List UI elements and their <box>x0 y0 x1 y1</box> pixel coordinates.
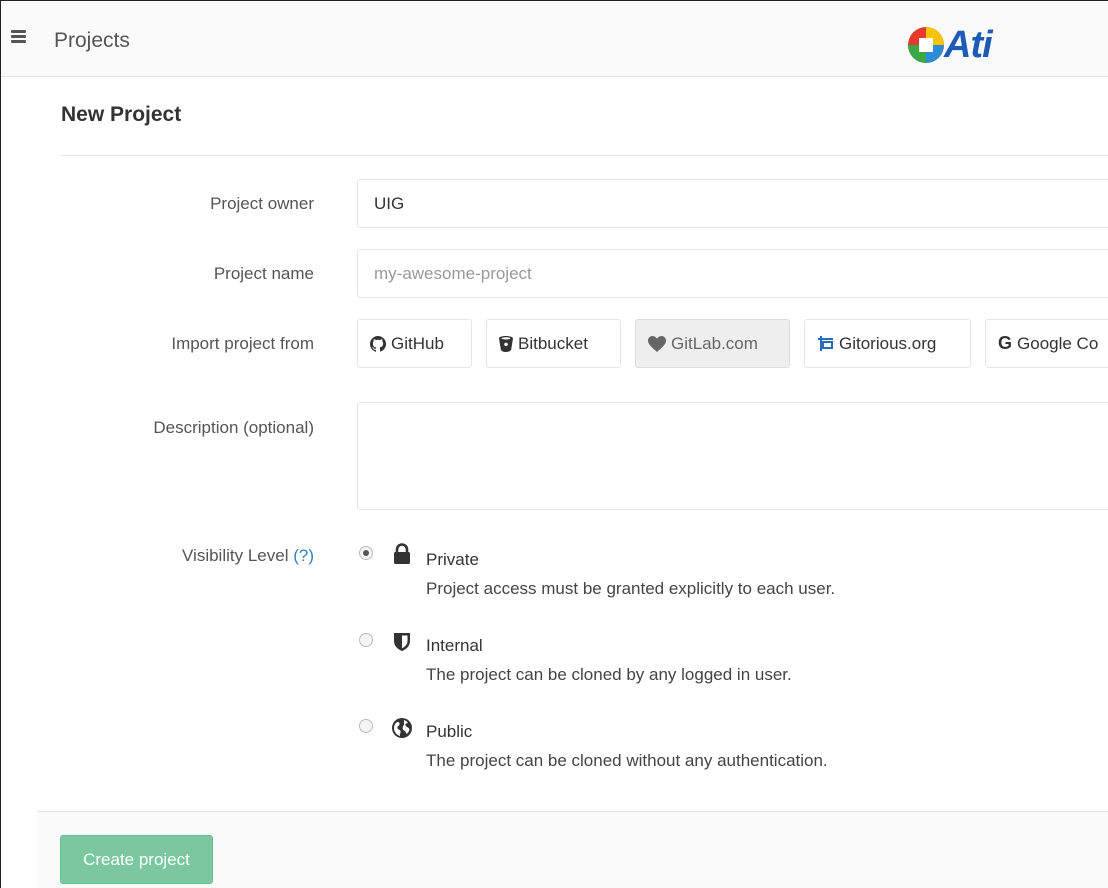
logo-mark-icon <box>908 27 944 63</box>
visibility-public-radio[interactable] <box>359 719 373 733</box>
github-icon <box>370 335 386 352</box>
visibility-public-description: The project can be cloned without any au… <box>426 751 828 770</box>
import-github-label: GitHub <box>391 333 444 353</box>
project-name-label: Project name <box>213 264 314 283</box>
project-owner-label: Project owner <box>210 194 314 213</box>
visibility-private-description: Project access must be granted explicitl… <box>426 579 836 598</box>
hamburger-menu-icon[interactable] <box>11 30 26 44</box>
visibility-private-radio[interactable] <box>359 546 373 560</box>
import-gitorious-button[interactable]: Gitorious.org <box>804 319 971 368</box>
page-title: New Project <box>61 103 182 126</box>
title-divider <box>61 155 1108 156</box>
google-icon: G <box>998 333 1013 353</box>
top-header: Projects Ati <box>1 1 1108 77</box>
import-gitorious-label: Gitorious.org <box>839 333 937 353</box>
logo-text: Ati <box>944 24 993 66</box>
project-owner-select[interactable]: UIG <box>357 179 1108 228</box>
create-project-button[interactable]: Create project <box>60 835 213 884</box>
visibility-internal-name: Internal <box>426 636 483 655</box>
visibility-public-name: Public <box>426 722 473 741</box>
project-name-input[interactable]: my-awesome-project <box>357 249 1108 298</box>
ati-logo[interactable]: Ati <box>906 23 1026 67</box>
bitbucket-icon <box>499 335 513 352</box>
visibility-level-text: Visibility Level <box>182 546 289 565</box>
import-project-label: Import project from <box>171 334 314 353</box>
description-label: Description (optional) <box>153 418 314 437</box>
visibility-private-name: Private <box>426 550 479 569</box>
visibility-internal-radio[interactable] <box>359 633 373 647</box>
import-github-button[interactable]: GitHub <box>357 319 472 368</box>
visibility-internal-description: The project can be cloned by any logged … <box>426 665 792 684</box>
import-bitbucket-button[interactable]: Bitbucket <box>486 319 621 368</box>
description-textarea[interactable] <box>357 402 1108 510</box>
heart-icon <box>648 335 666 352</box>
import-google-code-label: Google Co <box>1017 333 1099 353</box>
import-google-code-button[interactable]: G Google Co <box>985 319 1108 368</box>
visibility-help-link[interactable]: (?) <box>293 546 314 565</box>
lock-icon <box>394 543 410 564</box>
import-gitlab-button[interactable]: GitLab.com <box>635 319 790 368</box>
header-title: Projects <box>54 29 130 52</box>
visibility-level-label: Visibility Level (?) <box>182 546 314 566</box>
import-gitlab-label: GitLab.com <box>671 333 758 353</box>
shield-icon <box>394 633 410 651</box>
gitorious-icon <box>817 335 834 352</box>
globe-icon <box>392 718 412 738</box>
app-window: Projects Ati New Project Project owner U… <box>0 0 1108 888</box>
import-bitbucket-label: Bitbucket <box>518 333 588 353</box>
